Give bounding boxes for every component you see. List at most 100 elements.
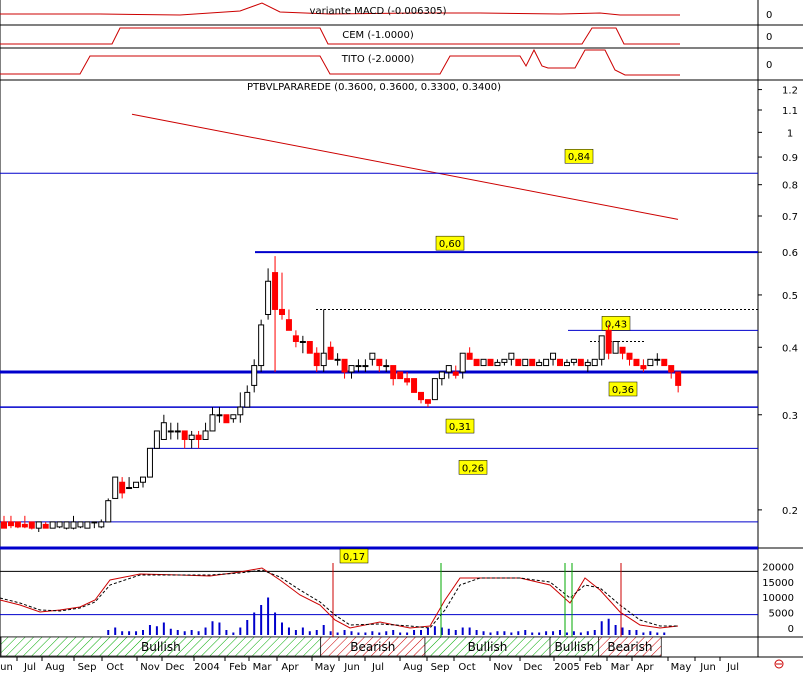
candle [320,352,327,367]
level-label: 0,31 [449,422,471,433]
candle [98,521,105,528]
candle [195,434,202,440]
level-label: 0,36 [612,385,634,396]
x-tick-label: Apr [281,662,299,673]
candle [654,358,661,361]
y-tick-label: 1.1 [782,106,798,117]
candle [397,371,404,380]
candle [35,521,42,529]
candle [299,340,306,343]
candle [174,430,181,433]
candle [42,523,49,529]
candle [459,352,466,373]
indicator-value: 0 [766,10,772,21]
candle [91,521,98,524]
candle [28,521,35,529]
candle [334,358,341,361]
x-tick-label: May [315,662,336,673]
x-tick-label: Jul [371,662,384,673]
candle [466,352,473,360]
x-tick-label: Nov [140,662,160,673]
chart-title: PTBVLPARAREDE (0.3600, 0.3600, 0.3300, 0… [247,82,501,93]
level-label: 0,17 [343,552,365,563]
candle [167,430,174,433]
candle [14,521,21,528]
y-tick-label: 0.7 [782,212,798,223]
indicator-label: TITO (-2.0000) [341,54,415,65]
candle [411,378,418,393]
candle [84,521,91,529]
candle [431,378,438,401]
zone-label: Bullish [555,640,595,654]
candle [647,358,654,367]
y-tick-label: 0.2 [782,506,798,517]
candle [543,358,550,367]
candle [557,358,563,367]
candle [591,358,598,367]
x-tick-label: Jul [23,662,36,673]
candle [21,523,28,528]
candle [202,430,209,440]
x-tick-label: Oct [106,662,123,673]
candle [424,399,431,404]
candle [570,358,577,363]
stock-chart: variante MACD (-0.006305) 0 CEM (-1.0000) 0… [0,0,803,673]
candle [675,371,682,386]
candle [230,414,237,420]
candle [619,346,626,354]
candle [668,365,675,373]
candle [438,371,445,380]
candle [341,358,348,373]
zone-label: Bearish [350,640,395,654]
candle [355,365,362,368]
candle [160,422,167,440]
bottom-tick-label: 0 [788,624,794,635]
candle [515,358,522,367]
x-tick-label: Dec [165,662,184,673]
candle [140,476,146,483]
x-tick-label: Feb [229,662,247,673]
x-tick-label: Dec [523,662,542,673]
candle [508,352,515,360]
x-tick-label: Jun [0,662,13,673]
x-tick-label: 2004 [194,662,219,673]
candle [223,414,230,424]
candle [452,371,459,376]
candle [383,365,390,368]
candle [272,272,279,310]
candle [418,391,424,401]
candle [362,365,369,368]
x-tick-label: Jul [726,662,739,673]
indicator-value: 0 [766,32,772,43]
y-tick-label: 0.9 [782,153,798,164]
candle [584,361,591,367]
candle [577,358,584,367]
candle [494,361,501,367]
y-tick-label: 0.3 [782,411,798,422]
level-label: 0,26 [462,463,484,474]
y-tick-label: 1 [787,128,793,139]
candle [181,430,188,440]
candle [153,430,160,449]
candle [661,358,668,367]
candle [390,365,397,380]
candle [313,352,320,367]
x-tick-label: Sep [78,662,97,673]
candle [56,521,63,528]
chart-window: variante MACD (-0.006305) 0 CEM (-1.0000) 0… [0,0,803,673]
candle [369,352,376,360]
candle [188,434,195,440]
indicator-label: CEM (-1.0000) [342,30,414,41]
x-tick-label: 2005 [554,662,579,673]
candle [306,340,313,354]
candle [473,358,480,367]
candle [49,521,56,529]
candle [63,521,70,529]
zone-label: Bullish [468,640,508,654]
x-tick-label: Oct [458,662,475,673]
x-tick-label: Nov [493,662,513,673]
x-tick-label: Jun [699,662,716,673]
x-tick-label: May [671,662,692,673]
level-label: 0,60 [439,239,461,250]
candle [251,365,258,386]
